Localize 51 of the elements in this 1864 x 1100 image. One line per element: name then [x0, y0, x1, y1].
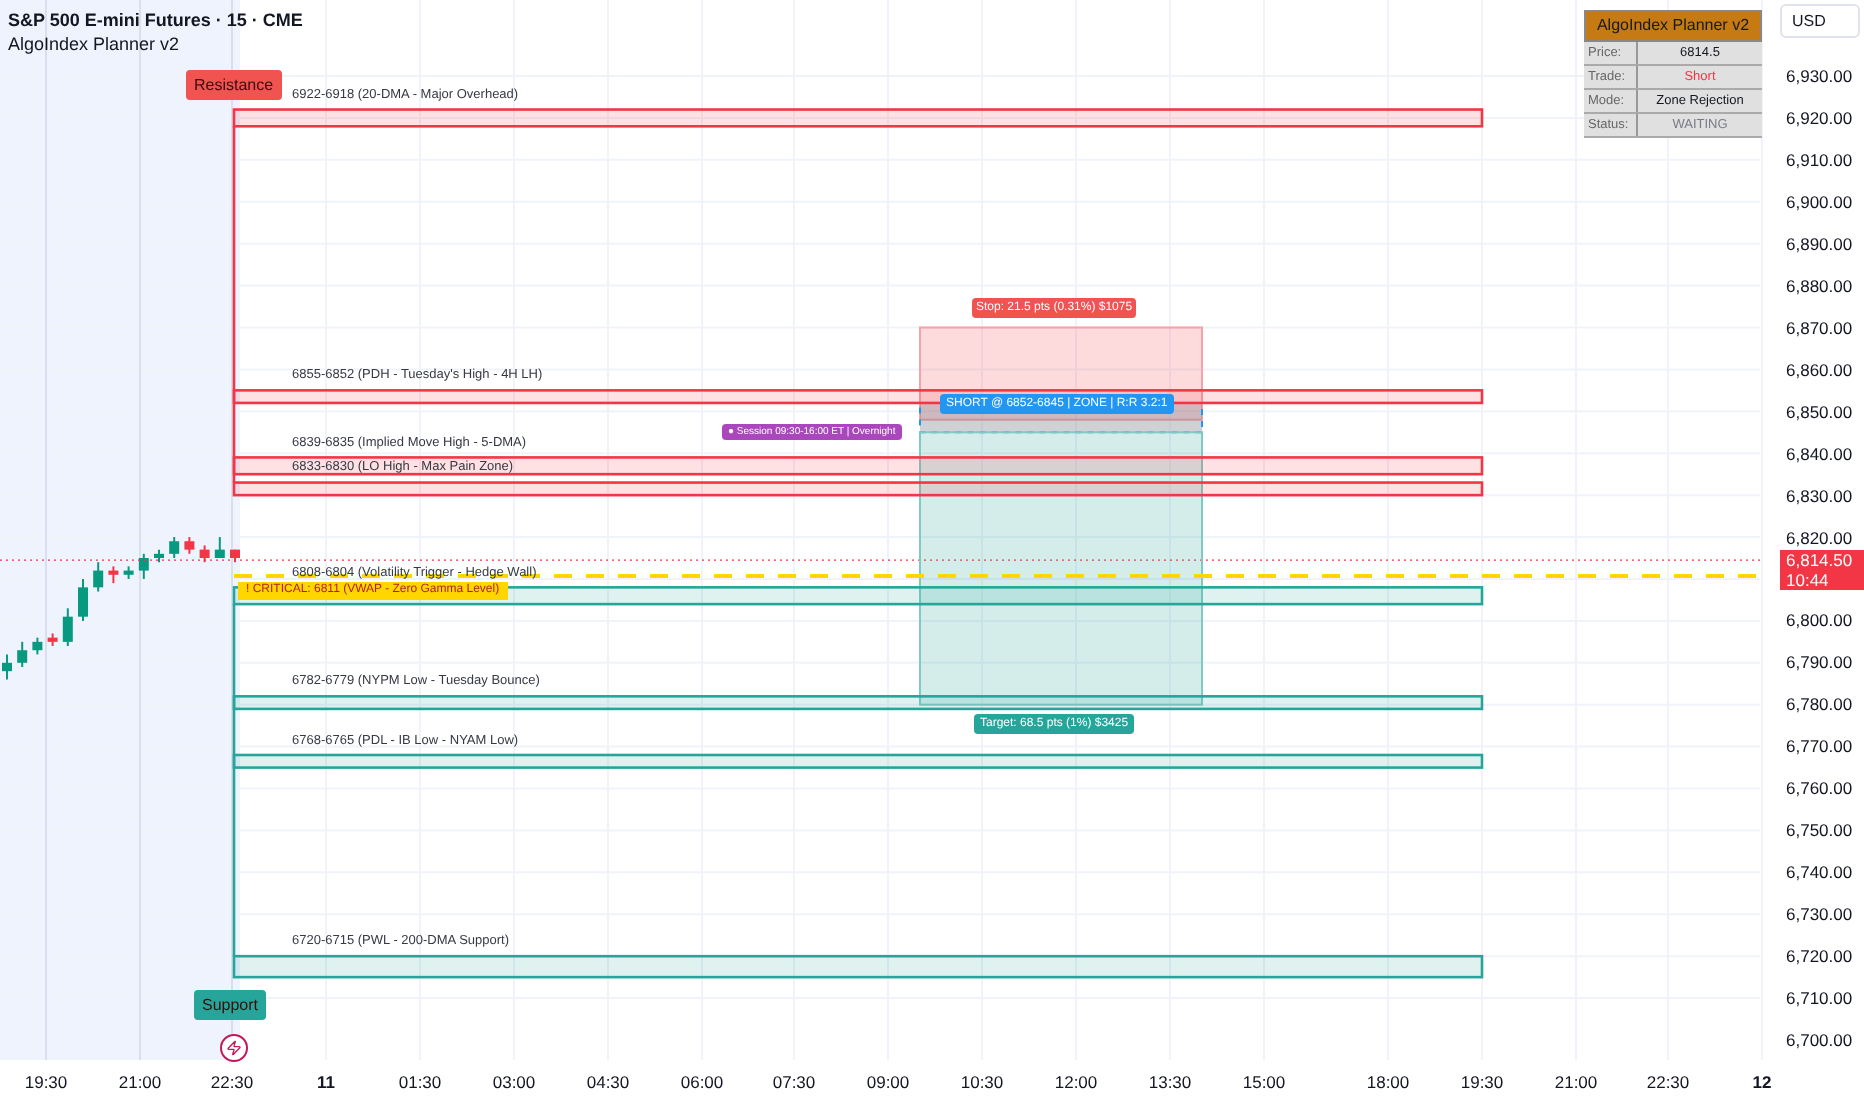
price-tick: 6,910.00 — [1786, 149, 1853, 170]
time-tick: 09:00 — [866, 1072, 910, 1092]
price-tick: 6,860.00 — [1786, 359, 1853, 380]
currency-button[interactable]: USD — [1780, 4, 1860, 38]
price-tick: 6,870.00 — [1786, 317, 1853, 338]
time-tick: 01:30 — [398, 1072, 442, 1092]
price-tick: 6,920.00 — [1786, 107, 1853, 128]
price-tick: 6,750.00 — [1786, 820, 1853, 841]
time-tick: 04:30 — [586, 1072, 630, 1092]
price-tick: 6,840.00 — [1786, 443, 1853, 464]
lightning-icon — [220, 1034, 248, 1062]
indicator-title: AlgoIndex Planner v2 — [8, 32, 182, 56]
time-tick: 19:30 — [1460, 1072, 1504, 1092]
price-tick: 6,800.00 — [1786, 610, 1853, 631]
last-price: 6,814.50 — [1786, 550, 1855, 570]
price-tick: 6,780.00 — [1786, 694, 1853, 715]
price-tick: 6,890.00 — [1786, 233, 1853, 254]
symbol-title: S&P 500 E-mini Futures · 15 · CME — [8, 8, 303, 32]
time-tick: 12:00 — [1054, 1072, 1098, 1092]
time-tick: 03:00 — [492, 1072, 536, 1092]
time-tick: 21:00 — [118, 1072, 162, 1092]
price-tick: 6,770.00 — [1786, 736, 1853, 757]
price-tick: 6,740.00 — [1786, 862, 1853, 883]
time-tick: 06:00 — [680, 1072, 724, 1092]
price-tick: 6,850.00 — [1786, 401, 1853, 422]
info-table-title: AlgoIndex Planner v2 — [1584, 10, 1762, 42]
price-tick: 6,730.00 — [1786, 904, 1853, 925]
price-tick: 6,880.00 — [1786, 275, 1853, 296]
time-tick: 12 — [1752, 1072, 1772, 1092]
time-tick: 15:00 — [1242, 1072, 1286, 1092]
price-tick: 6,790.00 — [1786, 652, 1853, 673]
price-tick: 6,830.00 — [1786, 485, 1853, 506]
time-tick: 11 — [317, 1072, 335, 1092]
bar-countdown: 10:44 — [1786, 570, 1831, 590]
resistance-tag: Resistance — [186, 70, 282, 100]
time-tick: 22:30 — [210, 1072, 254, 1092]
price-tick: 6,700.00 — [1786, 1030, 1853, 1050]
time-tick: 18:00 — [1366, 1072, 1410, 1092]
time-tick: 22:30 — [1646, 1072, 1690, 1092]
price-tick: 6,820.00 — [1786, 527, 1853, 548]
time-tick: 10:30 — [960, 1072, 1004, 1092]
time-tick: 21:00 — [1554, 1072, 1598, 1092]
time-tick: 19:30 — [24, 1072, 68, 1092]
price-tick: 6,900.00 — [1786, 191, 1853, 212]
price-tick: 6,930.00 — [1786, 66, 1853, 86]
price-tick: 6,760.00 — [1786, 778, 1853, 799]
price-tick: 6,710.00 — [1786, 988, 1853, 1009]
time-tick: 07:30 — [772, 1072, 816, 1092]
price-tick: 6,720.00 — [1786, 946, 1853, 967]
support-tag: Support — [194, 990, 267, 1020]
time-tick: 13:30 — [1148, 1072, 1192, 1092]
